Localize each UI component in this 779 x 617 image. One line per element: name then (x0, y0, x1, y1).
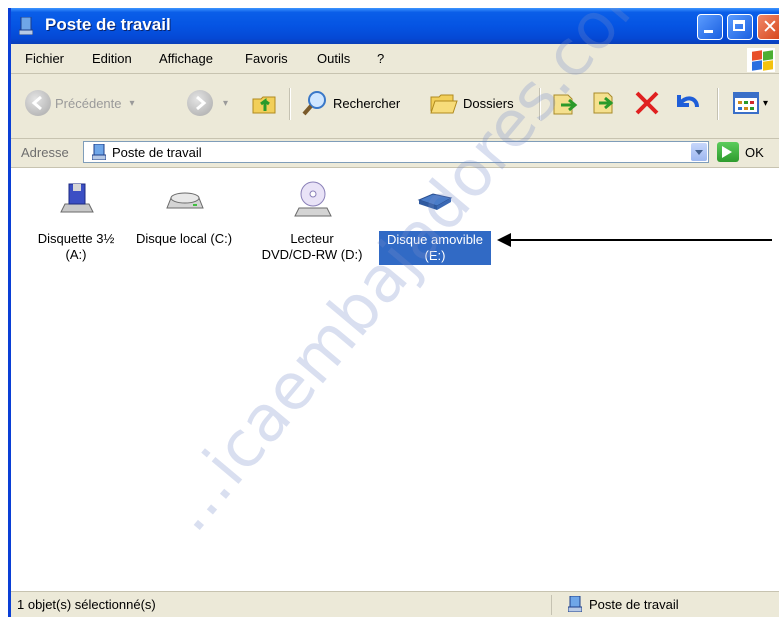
back-arrow-icon (25, 90, 51, 116)
windows-logo-icon (747, 48, 775, 72)
status-location: Poste de travail (589, 597, 679, 612)
views-button[interactable]: ▾ (733, 88, 768, 118)
close-button[interactable]: ✕ (757, 14, 779, 40)
status-divider (551, 595, 552, 615)
window-title: Poste de travail (45, 15, 171, 34)
drive-label: Disquette 3½ (A:) (37, 231, 115, 262)
folders-icon (430, 94, 458, 114)
back-dropdown-icon[interactable]: ▾ (130, 98, 135, 109)
close-icon: ✕ (762, 16, 778, 38)
address-dropdown-icon[interactable] (691, 143, 707, 161)
forward-dropdown-icon[interactable]: ▾ (223, 98, 228, 109)
go-arrow-icon[interactable] (717, 142, 739, 162)
forward-button[interactable]: ▾ (187, 88, 228, 118)
annotation-arrow-head (497, 233, 511, 247)
menu-affichage[interactable]: Affichage (159, 51, 213, 66)
computer-icon (568, 596, 582, 612)
file-view[interactable]: Disquette 3½ (A:) Disque local (C:) Lect… (11, 8, 779, 591)
undo-icon (677, 95, 699, 108)
move-to-button[interactable] (551, 88, 579, 118)
status-bar: 1 objet(s) sélectionné(s) Poste de trava… (11, 591, 779, 617)
views-dropdown-icon: ▾ (763, 97, 769, 109)
computer-icon (92, 144, 106, 160)
removable-disk-icon (417, 193, 453, 210)
back-label: Précédente (55, 95, 122, 111)
search-icon (302, 91, 326, 116)
annotation-arrow (510, 239, 772, 241)
views-icon (733, 92, 759, 114)
address-bar: Adresse Poste de travail OK (11, 139, 779, 168)
folder-up-icon (252, 96, 276, 114)
copy-to-button[interactable] (589, 88, 617, 118)
minimize-button[interactable] (697, 14, 723, 40)
floppy-drive-icon (60, 183, 94, 213)
drive-label: Lecteur DVD/CD-RW (D:) (261, 231, 363, 262)
search-label: Rechercher (333, 95, 401, 111)
maximize-button[interactable] (727, 14, 753, 40)
back-button[interactable]: Précédente ▾ (25, 88, 135, 118)
menu-outils[interactable]: Outils (317, 51, 350, 66)
search-button[interactable]: Rechercher (301, 88, 400, 118)
address-value: Poste de travail (112, 145, 202, 160)
menu-help[interactable]: ? (377, 51, 384, 66)
move-to-icon (553, 94, 578, 115)
title-bar[interactable]: Poste de travail ✕ (11, 8, 779, 44)
drive-label: Disque amovible (E:) (379, 231, 491, 265)
delete-x-icon (635, 91, 659, 115)
folders-button[interactable]: Dossiers (429, 88, 514, 118)
hard-disk-icon (166, 192, 204, 209)
forward-arrow-icon (187, 90, 213, 116)
menu-bar: Fichier Edition Affichage Favoris Outils… (11, 46, 779, 74)
address-label: Adresse (21, 145, 69, 160)
toolbar-separator (539, 88, 541, 120)
dvd-drive-icon (294, 181, 332, 217)
drive-label: Disque local (C:) (135, 231, 233, 246)
menu-favoris[interactable]: Favoris (245, 51, 288, 66)
menu-edition[interactable]: Edition (92, 51, 132, 66)
copy-to-icon (593, 92, 614, 114)
explorer-window: Poste de travail ✕ Fichier Edition Affic… (8, 8, 779, 617)
toolbar-separator (289, 88, 291, 120)
undo-button[interactable] (671, 88, 701, 118)
status-selection: 1 objet(s) sélectionné(s) (17, 597, 156, 612)
address-field[interactable]: Poste de travail (83, 141, 709, 163)
up-folder-button[interactable] (251, 88, 279, 118)
menu-fichier[interactable]: Fichier (25, 51, 64, 66)
folders-label: Dossiers (463, 95, 514, 111)
delete-button[interactable] (633, 88, 661, 118)
go-button[interactable]: OK (745, 145, 764, 160)
toolbar-separator (717, 88, 719, 120)
toolbar: Précédente ▾ ▾ Rechercher Dossiers ▾ (11, 74, 779, 139)
computer-icon (19, 17, 33, 35)
